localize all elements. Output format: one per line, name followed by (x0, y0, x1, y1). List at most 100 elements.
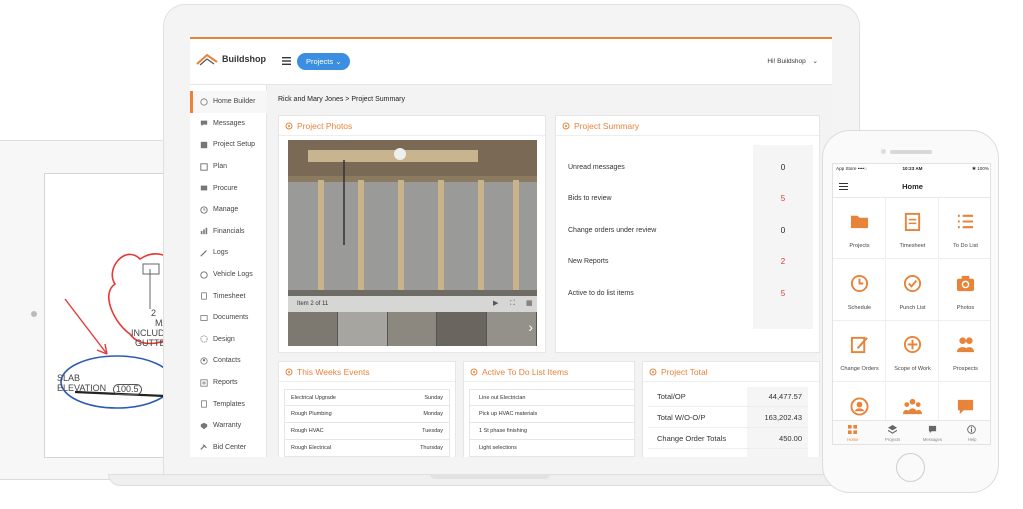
panel-header: Project Photos (279, 116, 545, 136)
contacts-icon (200, 357, 208, 365)
sidebar-item-contacts[interactable]: Contacts (190, 350, 267, 372)
todo-row[interactable]: 1 St phase finishing (469, 423, 635, 440)
tile-projects[interactable]: Projects (833, 198, 886, 259)
sidebar-item-manage[interactable]: Manage (190, 199, 267, 221)
phone-device: 10:23 AM App Store ••••○ ✱ 100% Home Pro… (822, 130, 999, 493)
photo-thumbnail[interactable] (387, 312, 438, 346)
phone-speaker (890, 150, 932, 154)
gear-icon (470, 368, 478, 375)
event-name: Rough Electrical (291, 445, 332, 451)
event-row[interactable]: Electrical Upgrade Sunday (284, 389, 450, 406)
todo-row[interactable]: Light selections (469, 440, 635, 457)
sidebar-item-label: Bid Center (213, 443, 247, 451)
event-day: Monday (423, 411, 443, 417)
logo-text: Buildshop (222, 54, 266, 64)
tab-projects[interactable]: Projects (873, 421, 913, 444)
brand-logo[interactable]: Buildshop (196, 52, 266, 66)
design-icon (200, 335, 208, 343)
sidebar-item-bid-center[interactable]: Bid Center (190, 437, 267, 457)
panel-title: Project Summary (574, 120, 640, 131)
chart-icon (200, 228, 208, 235)
event-day: Sunday (424, 394, 443, 401)
edit-icon (850, 336, 868, 354)
todo-row[interactable]: Line out Electrician (469, 389, 635, 406)
documents-icon (200, 314, 208, 321)
total-row: Change Order Totals 450.00 (648, 428, 808, 449)
warranty-icon (200, 422, 208, 429)
sidebar-item-logs[interactable]: Logs (190, 242, 267, 264)
photo-thumbnail[interactable] (337, 312, 388, 346)
projects-dropdown-button[interactable]: Projects ⌄ (297, 53, 351, 70)
play-icon[interactable]: ▶ (493, 300, 498, 308)
chevron-down-icon: ⌄ (812, 58, 818, 65)
tile-prospects[interactable]: Prospects (939, 321, 990, 382)
summary-label: Change orders under review (568, 226, 657, 234)
tab-messages[interactable]: Messages (913, 421, 953, 444)
fullscreen-icon[interactable]: ⛶ (510, 300, 515, 308)
sidebar-item-label: Project Setup (213, 141, 256, 149)
chevron-down-icon: ⌄ (335, 57, 342, 66)
total-row: Total W/O-O/P 163,202.43 (648, 407, 808, 428)
clipboard-icon (904, 212, 921, 231)
photo-carousel[interactable]: Item 2 of 11 ▶ ⛶ ▦ › (288, 140, 537, 346)
tile-schedule[interactable]: Schedule (833, 259, 886, 321)
sidebar-item-design[interactable]: Design (190, 329, 267, 351)
chevron-right-icon[interactable]: › (528, 320, 533, 334)
plus-icon (903, 335, 922, 354)
sidebar-item-procure[interactable]: Procure (190, 177, 267, 199)
sidebar-item-messages[interactable]: Messages (190, 113, 267, 135)
panel-header: Project Total (643, 362, 819, 382)
total-value: 44,477.57 (768, 392, 802, 401)
app-screen: Buildshop Projects ⌄ Hi! Buildshop ⌄ Hom… (190, 37, 832, 457)
photo-caption-bar: Item 2 of 11 ▶ ⛶ ▦ (288, 296, 537, 312)
panel-title: Project Photos (297, 120, 353, 131)
user-menu[interactable]: Hi! Buildshop ⌄ (767, 57, 818, 65)
event-name: Electrical Upgrade (291, 394, 336, 401)
todo-row[interactable]: Pick up HVAC materials (469, 406, 635, 423)
sidebar-item-home-builder[interactable]: Home Builder (190, 91, 267, 113)
tile-label: Schedule (847, 304, 872, 311)
sidebar-item-label: Logs (213, 249, 229, 257)
sidebar-item-timesheet[interactable]: Timesheet (190, 285, 267, 307)
weekly-events-panel: This Weeks Events Electrical Upgrade Sund… (278, 361, 456, 457)
event-row[interactable]: Rough HVAC Tuesday (284, 423, 450, 440)
grid-view-icon[interactable]: ▦ (526, 300, 533, 308)
chat-icon (200, 120, 208, 127)
tile-label: Timesheet (899, 243, 926, 249)
sidebar-item-label: Plan (213, 163, 228, 171)
tablet-device: SLAB ELEVATION 100.5 2 MA INCLUDI GUTTEF (0, 140, 185, 480)
sidebar-item-project-setup[interactable]: Project Setup (190, 134, 267, 156)
sidebar-item-templates[interactable]: Templates (190, 393, 267, 415)
sketch-label: 2 (151, 308, 157, 318)
tile-to-do-list[interactable]: To Do List (939, 198, 990, 259)
tab-label: Messages (922, 437, 942, 442)
photo-thumbnail[interactable] (437, 312, 488, 346)
sidebar-item-reports[interactable]: Reports (190, 372, 267, 394)
tab-help[interactable]: Help (952, 421, 990, 444)
tile-photos[interactable]: Photos (939, 260, 990, 321)
sidebar-item-label: Reports (213, 379, 238, 387)
tile-label: Punch List (899, 304, 926, 311)
photo-thumbnail[interactable] (288, 312, 338, 346)
tile-timesheet[interactable]: Timesheet (886, 198, 939, 259)
tile-scope-of-work[interactable]: Scope of Work (886, 321, 939, 382)
sidebar-item-documents[interactable]: Documents (190, 307, 267, 329)
hamburger-menu-icon[interactable] (282, 57, 291, 65)
event-row[interactable]: Rough Plumbing Monday (284, 406, 450, 423)
sidebar-item-label: Design (213, 335, 235, 343)
phone-screen: 10:23 AM App Store ••••○ ✱ 100% Home Pro… (832, 163, 991, 445)
summary-value: 5 (780, 194, 786, 204)
summary-label: Active to do list items (568, 289, 634, 297)
tab-home[interactable]: Home (833, 421, 873, 444)
roof-logo-icon (196, 53, 218, 66)
sidebar-item-warranty[interactable]: Warranty (190, 415, 267, 437)
sidebar-item-financials[interactable]: Financials (190, 221, 267, 243)
tile-punch-list[interactable]: Punch List (886, 259, 939, 321)
photo-counter: Item 2 of 11 (297, 301, 329, 307)
tile-change-orders[interactable]: Change Orders (833, 321, 886, 382)
sidebar-item-vehicle-logs[interactable]: Vehicle Logs (190, 264, 267, 286)
clock-icon (850, 274, 869, 292)
event-row[interactable]: Rough Electrical Thursday (284, 440, 450, 457)
sidebar-item-plan[interactable]: Plan (190, 156, 267, 178)
phone-home-button[interactable] (896, 453, 925, 482)
